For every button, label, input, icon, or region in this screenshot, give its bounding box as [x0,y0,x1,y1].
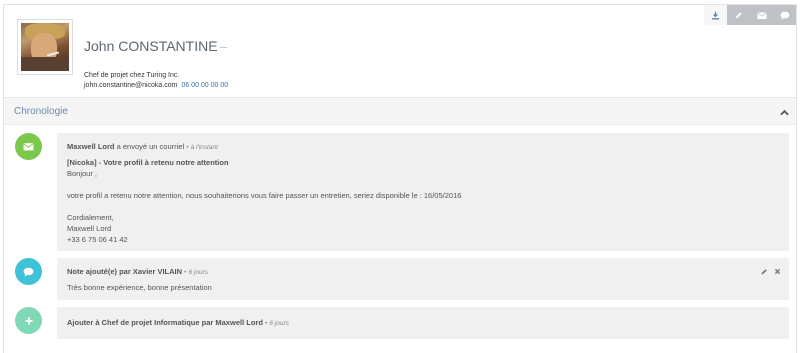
email-line: Bonjour , [67,169,98,178]
email-button[interactable] [750,5,773,25]
timeline-add-badge [15,307,42,334]
download-icon [711,11,720,19]
candidate-email[interactable]: john.constantine@nicoka.com [84,82,178,89]
timeline-item-email: Maxwell Lord a envoyé un courriel • à l'… [57,133,789,251]
candidate-contact: john.constantine@nicoka.com 06 00 00 00 … [84,82,228,89]
email-line: Cordialement, [67,213,114,222]
candidate-name: John CONSTANTINE – [84,38,228,54]
candidate-panel: John CONSTANTINE – Chef de projet chez Tu… [3,4,797,353]
envelope-icon [756,11,767,19]
comment-button[interactable] [773,5,796,25]
comment-icon [23,267,34,277]
email-subject: [Nicoka] - Votre profil à retenu notre a… [67,158,229,167]
email-line: +33 6 75 06 41 42 [67,235,128,244]
timeline-item-header: Ajouter à Chef de projet Informatique pa… [67,318,289,327]
timeline-email-badge [15,133,42,160]
download-button[interactable] [704,5,727,25]
pencil-icon[interactable] [760,268,768,276]
chevron-up-icon [779,109,789,115]
timeline-note-badge [15,258,42,285]
collapse-button[interactable] [778,106,790,118]
close-icon[interactable] [774,268,781,275]
timeline-item-header: Note ajouté(e) par Xavier VILAIN • 6 jou… [67,267,209,276]
edit-button[interactable] [727,5,750,25]
note-actions [760,268,781,276]
chronologie-header: Chronologie [4,97,796,125]
envelope-icon [23,143,34,151]
timeline-item-note: Note ajouté(e) par Xavier VILAIN • 6 jou… [57,258,789,300]
section-title: Chronologie [14,106,68,117]
toolbar [704,5,796,25]
candidate-phone[interactable]: 06 00 00 00 00 [181,82,228,89]
comment-icon [780,11,789,20]
avatar [17,19,73,75]
timeline-item-header: Maxwell Lord a envoyé un courriel • à l'… [67,142,218,151]
pencil-icon [735,11,742,18]
plus-icon [25,317,32,324]
email-line: Maxwell Lord [67,224,112,233]
timeline-item-add: Ajouter à Chef de projet Informatique pa… [57,307,789,339]
candidate-job: Chef de projet chez Turing Inc. [84,72,180,79]
note-text: Très bonne expérience, bonne présentatio… [67,283,212,292]
email-line: votre profil a retenu notre attention, n… [67,191,462,200]
